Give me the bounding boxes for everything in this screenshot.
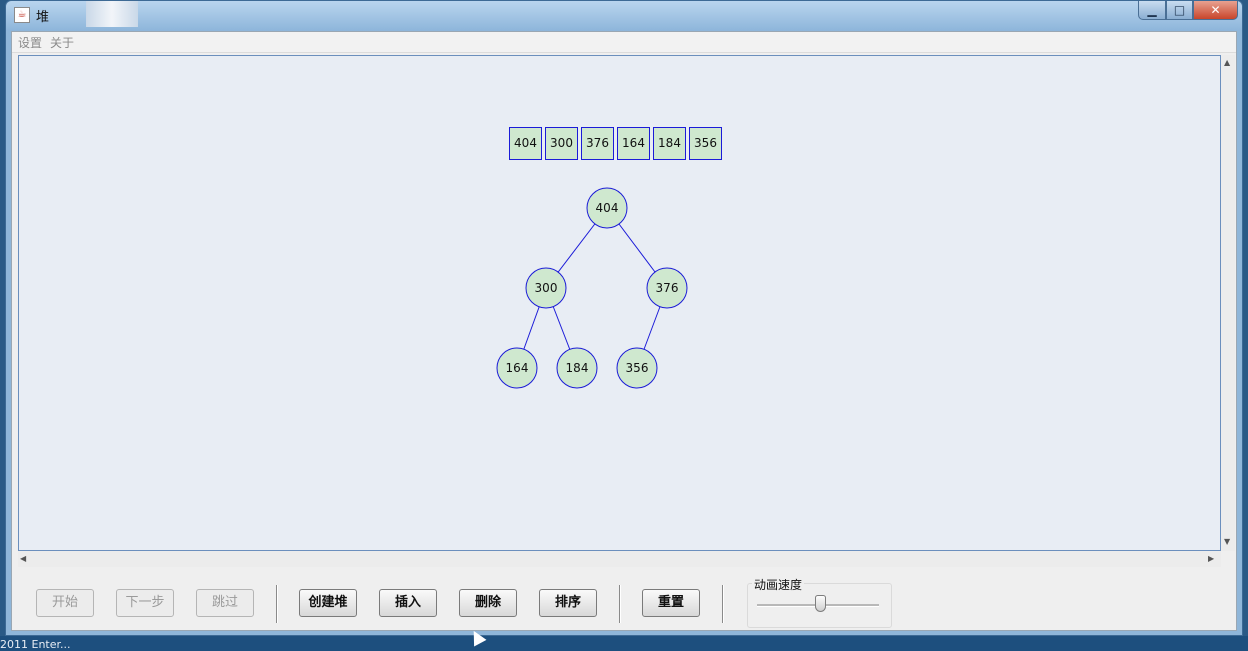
heap-canvas: 404 300 376 164 184 356 404 300 376 164 … xyxy=(18,55,1221,551)
speed-label: 动画速度 xyxy=(752,576,805,593)
tree-node-label: 404 xyxy=(596,201,619,215)
scroll-up-icon[interactable]: ▲ xyxy=(1224,58,1230,68)
scroll-down-icon[interactable]: ▼ xyxy=(1224,537,1230,547)
tree-node-label: 356 xyxy=(626,361,649,375)
title-bar[interactable]: ☕ 堆 ▁ □ ✕ xyxy=(6,1,1242,31)
start-button[interactable]: 开始 xyxy=(36,589,94,617)
app-window: ☕ 堆 ▁ □ ✕ 设置 关于 404 300 376 164 184 356 xyxy=(5,0,1243,636)
maximize-button[interactable]: □ xyxy=(1166,1,1193,20)
desktop-strip xyxy=(0,636,1248,651)
next-step-button[interactable]: 下一步 xyxy=(116,589,174,617)
skip-button[interactable]: 跳过 xyxy=(196,589,254,617)
toolbar-separator xyxy=(722,585,724,623)
create-heap-button[interactable]: 创建堆 xyxy=(299,589,357,617)
close-button[interactable]: ✕ xyxy=(1193,1,1238,20)
sort-button[interactable]: 排序 xyxy=(539,589,597,617)
window-title: 堆 xyxy=(36,10,50,25)
insert-button[interactable]: 插入 xyxy=(379,589,437,617)
tree-node-label: 164 xyxy=(506,361,529,375)
tree-node-label: 184 xyxy=(566,361,589,375)
client-area: 设置 关于 404 300 376 164 184 356 404 300 37… xyxy=(11,31,1237,631)
tree-node-label: 300 xyxy=(535,281,558,295)
toolbar-separator xyxy=(619,585,621,623)
minimize-button[interactable]: ▁ xyxy=(1138,1,1166,20)
vertical-scrollbar[interactable]: ▲ ▼ xyxy=(1221,55,1235,551)
menu-bar: 设置 关于 xyxy=(12,32,1236,53)
taskbar-text: 2011 Enter... xyxy=(0,638,71,651)
title-thumbnail xyxy=(86,1,138,27)
toolbar-separator xyxy=(276,585,278,623)
scroll-right-icon[interactable]: ▶ xyxy=(1208,554,1214,564)
heap-tree: 404 300 376 164 184 356 xyxy=(496,187,688,389)
reset-button[interactable]: 重置 xyxy=(642,589,700,617)
java-icon: ☕ xyxy=(14,7,30,23)
speed-slider-thumb[interactable] xyxy=(815,595,826,612)
delete-button[interactable]: 删除 xyxy=(459,589,517,617)
menu-settings[interactable]: 设置 xyxy=(18,34,42,51)
control-toolbar: 开始 下一步 跳过 创建堆 插入 删除 排序 重置 动画速度 xyxy=(12,568,1236,630)
scroll-left-icon[interactable]: ◀ xyxy=(20,554,26,564)
horizontal-scrollbar[interactable]: ◀ ▶ xyxy=(18,551,1221,567)
menu-about[interactable]: 关于 xyxy=(50,34,74,51)
tree-node-label: 376 xyxy=(656,281,679,295)
